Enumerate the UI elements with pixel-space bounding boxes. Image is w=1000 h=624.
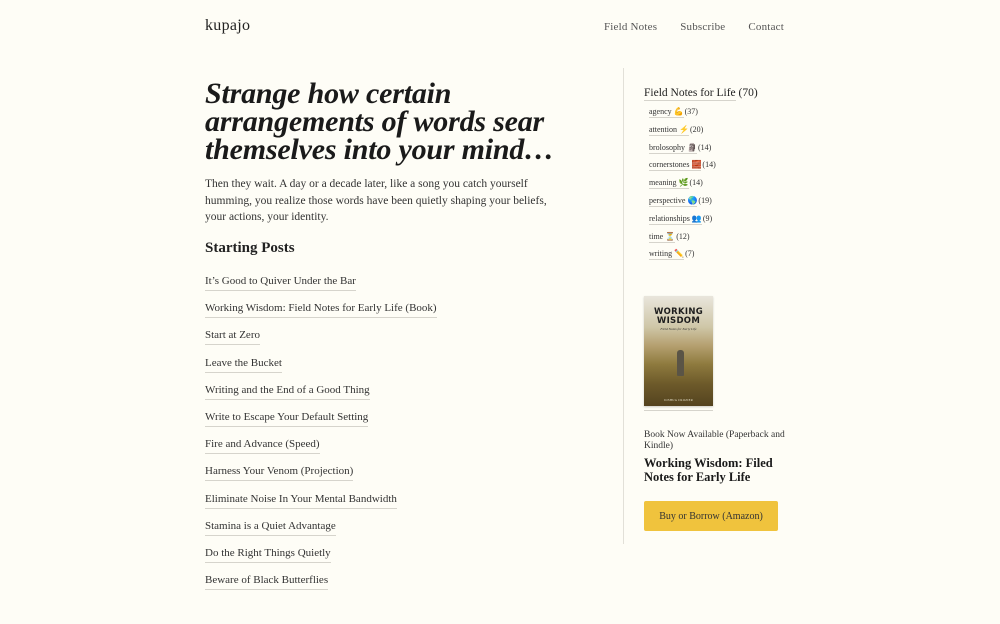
statue-icon: 🗿: [687, 142, 697, 152]
book-cover-subtitle: Field Notes for Early Life: [660, 327, 697, 331]
brick-icon: 🧱: [691, 160, 702, 170]
pencil-icon: ✏️: [674, 249, 685, 259]
category-name: relationships: [649, 213, 690, 223]
category-name: writing: [649, 249, 673, 259]
starting-posts-heading: Starting Posts: [205, 240, 295, 257]
field-notes-heading: Field Notes for Life (70): [644, 87, 804, 101]
leaf-icon: 🌿: [678, 178, 689, 188]
field-notes-heading-link[interactable]: Field Notes for Life: [644, 87, 736, 101]
category-link[interactable]: time ⏳: [649, 231, 676, 243]
category-name: cornerstones: [649, 160, 690, 170]
people-icon: 👥: [691, 213, 702, 223]
lightning-icon: ⚡: [679, 124, 689, 134]
list-item: It’s Good to Quiver Under the Bar: [205, 271, 555, 298]
globe-icon: 🌎: [687, 195, 698, 205]
category-item-time: time ⏳(12): [649, 231, 804, 250]
book-title: Working Wisdom: Filed Notes for Early Li…: [644, 456, 773, 484]
category-name: perspective: [649, 195, 686, 205]
category-link[interactable]: writing ✏️: [649, 249, 685, 261]
category-link[interactable]: attention ⚡: [649, 124, 689, 136]
page-headline: Strange how certain arrangements of word…: [205, 77, 554, 166]
category-link[interactable]: perspective 🌎: [649, 195, 698, 207]
list-item: Start at Zero: [205, 325, 555, 352]
book-cover-image[interactable]: WORKING WISDOM Field Notes for Early Lif…: [644, 296, 713, 406]
book-cover-title-line: WISDOM: [656, 315, 701, 326]
post-link[interactable]: Write to Escape Your Default Setting: [205, 410, 369, 428]
category-link[interactable]: relationships 👥: [649, 213, 702, 225]
post-link[interactable]: Eliminate Noise In Your Mental Bandwidth: [205, 492, 397, 509]
book-cover-author: JOSHUA CROZIER: [663, 398, 694, 402]
nav-item-field-notes[interactable]: Field Notes: [604, 21, 657, 33]
list-item: Beware of Black Butterflies: [205, 570, 555, 597]
category-item-agency: agency 💪(37): [649, 107, 804, 125]
nav-item-subscribe[interactable]: Subscribe: [680, 21, 725, 33]
category-count: (20): [689, 124, 704, 134]
nav-item-contact[interactable]: Contact: [748, 21, 784, 33]
category-item-attention: attention ⚡(20): [649, 124, 804, 143]
sidebar-divider: [623, 68, 624, 544]
book-cover-underline: [644, 410, 713, 411]
list-item: Working Wisdom: Field Notes for Early Li…: [205, 298, 555, 325]
category-list: agency 💪(37) attention ⚡(20) brolosophy …: [649, 107, 804, 267]
list-item: Fire and Advance (Speed): [205, 434, 555, 461]
list-item: Write to Escape Your Default Setting: [205, 407, 555, 434]
list-item: Writing and the End of a Good Thing: [205, 380, 555, 407]
category-item-writing: writing ✏️(7): [649, 249, 804, 267]
post-link[interactable]: Writing and the End of a Good Thing: [205, 383, 370, 400]
category-count: (14): [702, 160, 716, 170]
list-item: Harness Your Venom (Projection): [205, 461, 555, 488]
list-item: Eliminate Noise In Your Mental Bandwidth: [205, 489, 555, 516]
post-link[interactable]: It’s Good to Quiver Under the Bar: [205, 274, 356, 292]
category-link[interactable]: agency 💪: [649, 107, 684, 118]
post-link[interactable]: Stamina is a Quiet Advantage: [205, 519, 336, 536]
category-item-perspective: perspective 🌎(19): [649, 195, 804, 214]
category-count: (37): [684, 107, 698, 116]
starting-posts-list: It’s Good to Quiver Under the Bar Workin…: [205, 271, 555, 597]
category-count: (7): [685, 249, 695, 259]
category-count: (12): [676, 231, 690, 241]
top-nav: Field Notes Subscribe Contact: [604, 21, 784, 33]
list-item: Do the Right Things Quietly: [205, 543, 555, 570]
category-name: time: [649, 231, 664, 241]
category-name: agency: [649, 107, 672, 116]
site-title[interactable]: kupajo: [205, 17, 250, 35]
post-link[interactable]: Start at Zero: [205, 328, 260, 346]
book-availability-text: Book Now Available (Paperback and Kindle…: [644, 430, 785, 451]
buy-or-borrow-button[interactable]: Buy or Borrow (Amazon): [644, 501, 778, 531]
category-item-meaning: meaning 🌿(14): [649, 178, 804, 196]
field-notes-count: (70): [738, 87, 758, 99]
post-link[interactable]: Leave the Bucket: [205, 356, 282, 373]
category-count: (14): [697, 142, 712, 152]
category-count: (19): [698, 195, 712, 205]
category-name: attention: [649, 124, 677, 134]
category-count: (14): [689, 178, 703, 188]
sidebar: Field Notes for Life (70) agency 💪(37) a…: [644, 87, 804, 267]
book-cover-figure: [677, 350, 684, 376]
category-link[interactable]: cornerstones 🧱: [649, 160, 702, 172]
category-count: (9): [702, 213, 713, 223]
main-content: Strange how certain arrangements of word…: [205, 77, 555, 597]
post-link[interactable]: Fire and Advance (Speed): [205, 437, 320, 455]
post-link[interactable]: Working Wisdom: Field Notes for Early Li…: [205, 301, 437, 319]
category-item-relationships: relationships 👥(9): [649, 213, 804, 232]
category-item-brolosophy: brolosophy 🗿(14): [649, 142, 804, 161]
hourglass-icon: ⏳: [665, 231, 676, 241]
list-item: Leave the Bucket: [205, 353, 555, 380]
post-link[interactable]: Harness Your Venom (Projection): [205, 464, 354, 482]
category-item-cornerstones: cornerstones 🧱(14): [649, 160, 804, 178]
book-cover-title: WORKING WISDOM: [644, 308, 713, 325]
intro-paragraph: Then they wait. A day or a decade later,…: [205, 178, 547, 224]
post-link[interactable]: Do the Right Things Quietly: [205, 546, 331, 563]
muscle-icon: 💪: [673, 107, 684, 116]
post-link[interactable]: Beware of Black Butterflies: [205, 573, 329, 591]
category-name: brolosophy: [649, 142, 685, 152]
category-link[interactable]: meaning 🌿: [649, 178, 689, 190]
category-name: meaning: [649, 178, 677, 188]
list-item: Stamina is a Quiet Advantage: [205, 516, 555, 543]
category-link[interactable]: brolosophy 🗿: [649, 142, 697, 154]
